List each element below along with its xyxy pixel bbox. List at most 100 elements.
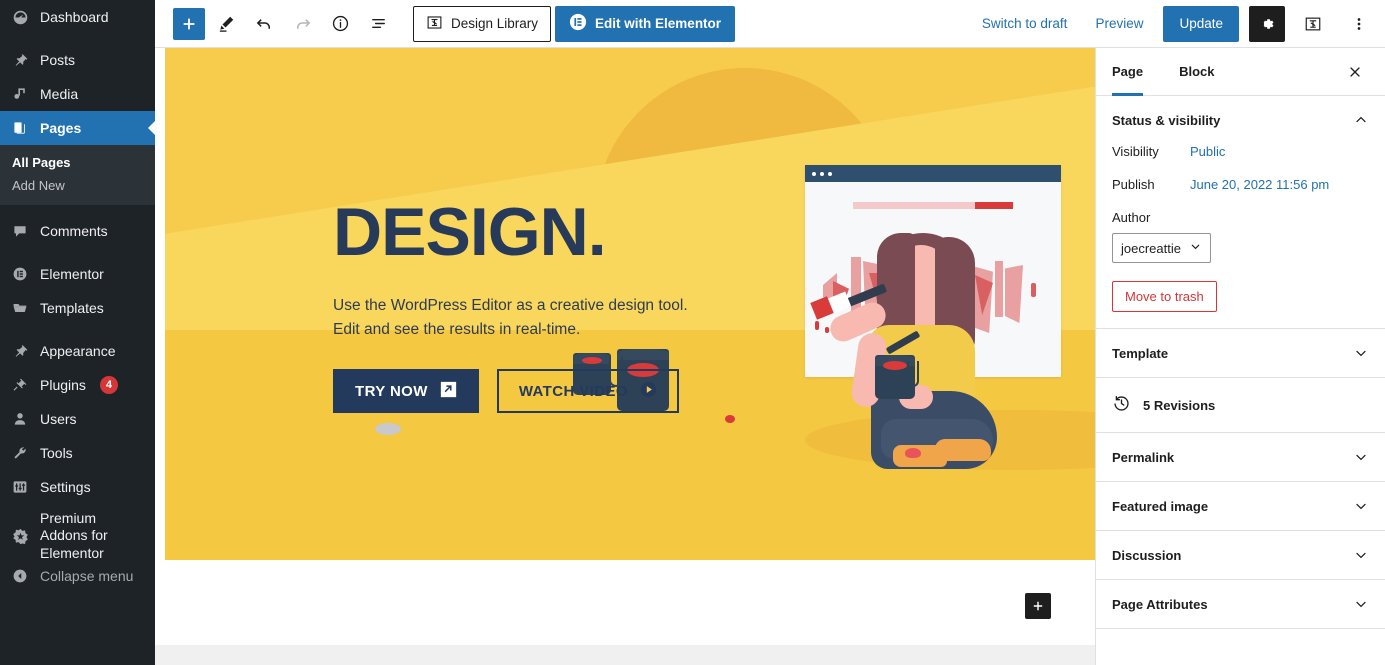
design-library-button[interactable]: Design Library (413, 5, 552, 42)
author-value: joecreattie (1121, 240, 1181, 256)
section-featured-image-header[interactable]: Featured image (1096, 482, 1385, 531)
user-icon (10, 409, 30, 429)
hero-block[interactable]: DESIGN. Use the WordPress Editor as a cr… (165, 48, 1095, 560)
wrench-icon (10, 443, 30, 463)
publish-row: Publish June 20, 2022 11:56 pm (1112, 177, 1369, 192)
settings-gear-button[interactable] (1249, 5, 1285, 42)
tab-block-label: Block (1179, 64, 1215, 79)
try-now-button[interactable]: TRY NOW (333, 369, 479, 414)
hero-title: DESIGN. (333, 194, 607, 270)
preview-button[interactable]: Preview (1083, 16, 1155, 31)
sidebar-item-label: Posts (40, 52, 76, 68)
section-page-attributes-header[interactable]: Page Attributes (1096, 580, 1385, 629)
paint-drip (825, 327, 829, 333)
author-label: Author (1112, 210, 1151, 225)
sidebar-item-label: Users (40, 411, 77, 427)
section-page-attributes-title: Page Attributes (1112, 596, 1208, 612)
pin-icon (10, 50, 30, 70)
block-inserter-button[interactable] (1025, 593, 1051, 619)
revision-clock-icon (1112, 394, 1131, 416)
section-discussion-title: Discussion (1112, 547, 1182, 563)
undo-button[interactable] (247, 7, 281, 41)
sidebar-item-collapse-menu[interactable]: Collapse menu (0, 559, 155, 593)
edit-with-elementor-button[interactable]: Edit with Elementor (555, 5, 736, 42)
sidebar-item-users[interactable]: Users (0, 402, 155, 436)
plus-icon (1033, 601, 1043, 611)
elementor-tool-button[interactable] (1295, 6, 1331, 42)
sidebar-item-label: Plugins (40, 377, 86, 393)
sidebar-item-plugins[interactable]: Plugins 4 (0, 368, 155, 402)
redo-button[interactable] (285, 7, 319, 41)
sidebar-item-settings[interactable]: Settings (0, 470, 155, 504)
admin-sidebar: Dashboard Posts Media Pages All Pages Ad… (0, 0, 155, 665)
section-status-visibility-header[interactable]: Status & visibility (1096, 96, 1385, 144)
design-library-label: Design Library (451, 16, 539, 31)
browser-dot (828, 171, 832, 176)
tab-block[interactable]: Block (1179, 48, 1214, 96)
comment-icon (10, 221, 30, 241)
sidebar-item-comments[interactable]: Comments (0, 214, 155, 248)
submenu-item-add-new[interactable]: Add New (0, 174, 155, 197)
sidebar-item-label: Templates (40, 300, 104, 316)
sidebar-item-pages[interactable]: Pages (0, 111, 155, 145)
sidebar-item-label: Comments (40, 223, 108, 239)
sidebar-item-posts[interactable]: Posts (0, 43, 155, 77)
update-button[interactable]: Update (1163, 5, 1239, 42)
sidebar-item-tools[interactable]: Tools (0, 436, 155, 470)
play-circle-icon (640, 381, 657, 402)
move-to-trash-button[interactable]: Move to trash (1112, 281, 1217, 312)
hero-subtitle-line-2: Edit and see the results in real-time. (333, 320, 581, 338)
section-template-header[interactable]: Template (1096, 329, 1385, 378)
section-template-title: Template (1112, 345, 1169, 361)
hero-content: DESIGN. Use the WordPress Editor as a cr… (333, 194, 753, 414)
section-permalink-title: Permalink (1112, 449, 1175, 465)
list-view-button[interactable] (361, 7, 395, 41)
close-panel-button[interactable] (1341, 58, 1369, 86)
section-permalink-header[interactable]: Permalink (1096, 433, 1385, 482)
revisions-row[interactable]: 5 Revisions (1096, 378, 1385, 433)
sidebar-item-dashboard[interactable]: Dashboard (0, 0, 155, 34)
can-handle (907, 361, 919, 387)
canvas-scroll-area: DESIGN. Use the WordPress Editor as a cr… (155, 48, 1095, 665)
pages-submenu: All Pages Add New (0, 145, 155, 205)
add-block-button[interactable] (173, 7, 205, 40)
sidebar-item-label: Tools (40, 445, 73, 461)
sidebar-item-elementor[interactable]: Elementor (0, 257, 155, 291)
tab-page[interactable]: Page (1112, 48, 1144, 96)
hero-subtitle: Use the WordPress Editor as a creative d… (333, 294, 753, 341)
browser-dot (820, 171, 824, 176)
more-options-button[interactable] (1341, 6, 1377, 42)
pencil-icon (219, 16, 233, 32)
visibility-value[interactable]: Public (1190, 144, 1225, 159)
watch-video-button[interactable]: WATCH VIDEO (496, 369, 679, 414)
collapse-icon (10, 566, 30, 586)
redo-icon (296, 19, 310, 29)
tab-page-label: Page (1112, 64, 1144, 79)
sidebar-item-appearance[interactable]: Appearance (0, 334, 155, 368)
sidebar-item-label: Elementor (40, 266, 104, 282)
sidebar-item-label: Premium Addons for Elementor (40, 509, 108, 561)
author-select[interactable]: joecreattie (1112, 233, 1211, 263)
paint-drip (815, 321, 819, 330)
sidebar-item-templates[interactable]: Templates (0, 291, 155, 325)
section-discussion-header[interactable]: Discussion (1096, 531, 1385, 580)
editor-canvas[interactable]: DESIGN. Use the WordPress Editor as a cr… (155, 48, 1095, 665)
hero-buttons: TRY NOW WATCH VIDEO (333, 369, 753, 414)
chevron-down-icon (1353, 498, 1369, 514)
switch-to-draft-button[interactable]: Switch to draft (970, 16, 1080, 31)
plug-icon (10, 375, 30, 395)
brush-icon (10, 341, 30, 361)
sidebar-item-label: Collapse menu (40, 568, 134, 584)
document-info-button[interactable] (323, 7, 357, 41)
publish-value[interactable]: June 20, 2022 11:56 pm (1190, 177, 1329, 192)
browser-progress-bar (853, 202, 1013, 209)
revisions-label: 5 Revisions (1143, 397, 1216, 413)
sidebar-item-premium-addons[interactable]: Premium Addons for Elementor (0, 510, 155, 561)
panel-tab-bar: Page Block (1096, 48, 1385, 96)
sidebar-item-media[interactable]: Media (0, 77, 155, 111)
tools-pencil-button[interactable] (209, 7, 243, 41)
submenu-item-all-pages[interactable]: All Pages (0, 151, 155, 174)
section-featured-image-title: Featured image (1112, 498, 1209, 514)
